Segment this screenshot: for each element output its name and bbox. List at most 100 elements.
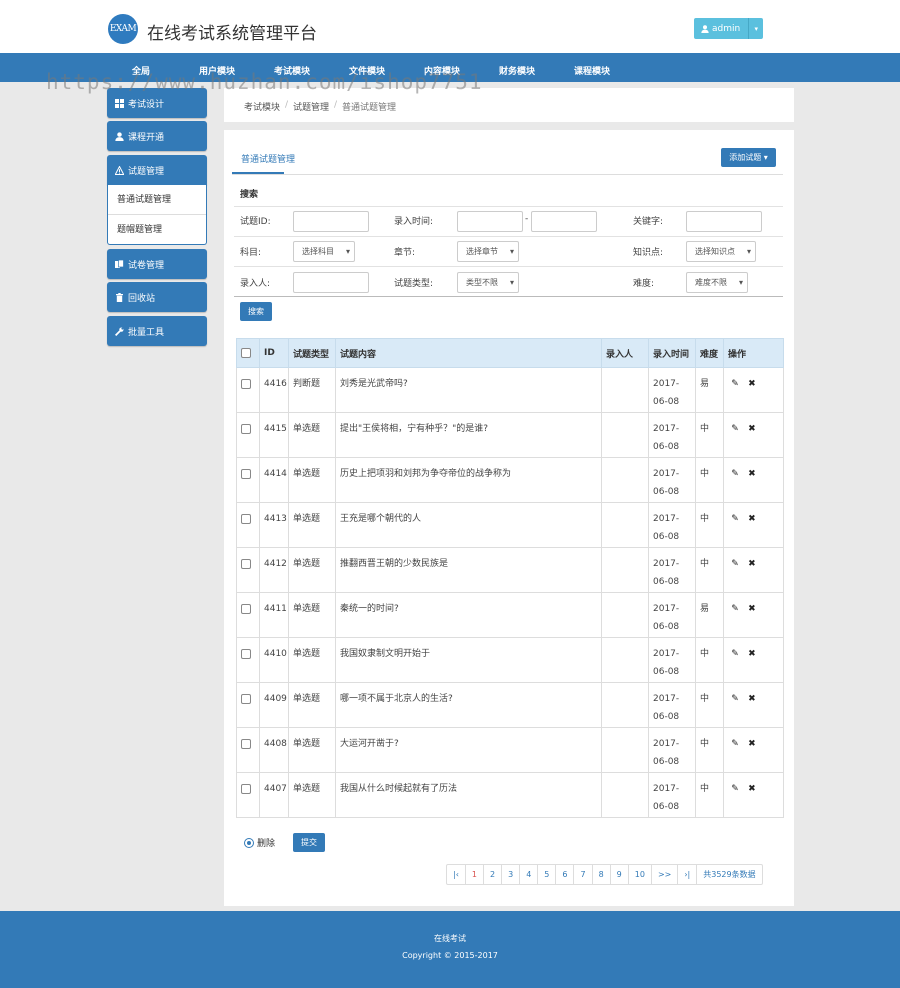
row-checkbox[interactable] — [241, 513, 251, 524]
page-link[interactable]: ›| — [678, 865, 698, 884]
cell-type: 单选题 — [288, 412, 336, 458]
sidebar-item-course-open[interactable]: 课程开通 — [107, 121, 207, 151]
close-icon[interactable]: ✖ — [745, 510, 759, 528]
row-checkbox[interactable] — [241, 738, 251, 749]
chapter-select[interactable]: 选择章节 — [457, 241, 519, 262]
edit-icon[interactable]: ✎ — [728, 645, 742, 663]
wrench-icon — [115, 327, 124, 336]
row-checkbox[interactable] — [241, 378, 251, 389]
nav-item-users[interactable]: 用户模块 — [199, 64, 235, 77]
sidebar-item-question-manage[interactable]: 试题管理 — [107, 155, 207, 185]
submit-button[interactable]: 提交 — [293, 833, 325, 852]
page-link[interactable]: 1 — [466, 865, 484, 884]
edit-icon[interactable]: ✎ — [728, 690, 742, 708]
label-author: 录入人: — [240, 279, 271, 289]
nav-item-content[interactable]: 内容模块 — [424, 64, 460, 77]
close-icon[interactable]: ✖ — [745, 375, 759, 393]
page-link[interactable]: 5 — [538, 865, 557, 884]
page-link[interactable]: 3 — [502, 865, 521, 884]
sidebar-item-paper-manage[interactable]: 试卷管理 — [107, 249, 207, 279]
edit-icon[interactable]: ✎ — [728, 465, 742, 483]
page-link[interactable]: 8 — [593, 865, 611, 884]
divider — [232, 174, 783, 175]
close-icon[interactable]: ✖ — [745, 420, 759, 438]
edit-icon[interactable]: ✎ — [728, 600, 742, 618]
page-link[interactable]: 7 — [574, 865, 593, 884]
row-select-cell — [236, 772, 260, 818]
nav-item-exam[interactable]: 考试模块 — [274, 64, 310, 77]
cell-content: 哪一项不属于北京人的生活? — [335, 682, 602, 728]
row-checkbox[interactable] — [241, 648, 251, 659]
edit-icon[interactable]: ✎ — [728, 510, 742, 528]
close-icon[interactable]: ✖ — [745, 780, 759, 798]
nav-item-global[interactable]: 全局 — [132, 64, 150, 77]
radio-button[interactable] — [244, 837, 254, 848]
page-link[interactable]: 4 — [520, 865, 539, 884]
close-icon[interactable]: ✖ — [745, 690, 759, 708]
top-header: EXAM 在线考试系统管理平台 admin ▾ — [0, 0, 900, 53]
column-header: 试题内容 — [335, 338, 602, 368]
keyword-input[interactable] — [686, 211, 762, 232]
search-button[interactable]: 搜索 — [240, 302, 272, 321]
sidebar-item-recycle-bin[interactable]: 回收站 — [107, 282, 207, 312]
cell-id: 4409 — [259, 682, 289, 728]
close-icon[interactable]: ✖ — [745, 465, 759, 483]
author-input[interactable] — [293, 272, 369, 293]
row-checkbox[interactable] — [241, 603, 251, 614]
breadcrumb-item[interactable]: 试题管理 — [293, 100, 329, 113]
caret-down-icon[interactable]: ▾ — [748, 18, 763, 39]
page-link[interactable]: >> — [652, 865, 679, 884]
row-checkbox[interactable] — [241, 468, 251, 479]
page-link[interactable]: 6 — [556, 865, 575, 884]
cell-date: 2017-06-08 — [648, 727, 696, 773]
total-count: 共3529条数据 — [703, 870, 756, 879]
row-checkbox[interactable] — [241, 558, 251, 569]
nav-item-courses[interactable]: 课程模块 — [574, 64, 610, 77]
edit-icon[interactable]: ✎ — [728, 555, 742, 573]
tab-normal-questions[interactable]: 普通试题管理 — [241, 152, 295, 165]
sidebar-item-exam-design[interactable]: 考试设计 — [107, 88, 207, 118]
nav-item-finance[interactable]: 财务模块 — [499, 64, 535, 77]
page-link[interactable]: 2 — [484, 865, 503, 884]
nav-item-files[interactable]: 文件模块 — [349, 64, 385, 77]
subject-select[interactable]: 选择科目 — [293, 241, 355, 262]
page-link[interactable]: 9 — [611, 865, 629, 884]
sidebar-item-label: 试卷管理 — [128, 260, 165, 271]
date-separator: - — [525, 214, 529, 224]
question-id-input[interactable] — [293, 211, 369, 232]
question-type-select[interactable]: 类型不限 — [457, 272, 519, 293]
add-question-button[interactable]: 添加试题 ▾ — [721, 148, 776, 167]
close-icon[interactable]: ✖ — [745, 555, 759, 573]
row-checkbox[interactable] — [241, 693, 251, 704]
close-icon[interactable]: ✖ — [745, 600, 759, 618]
knowledge-point-select[interactable]: 选择知识点 — [686, 241, 756, 262]
cell-actions: ✎ ✖ — [723, 412, 784, 458]
breadcrumb-item[interactable]: 考试模块 — [244, 100, 280, 113]
cell-author — [601, 682, 649, 728]
end-date-input[interactable] — [531, 211, 597, 232]
delete-radio[interactable]: 删除 — [244, 836, 275, 849]
edit-icon[interactable]: ✎ — [728, 735, 742, 753]
sidebar-subitem-cap-questions[interactable]: 题帽题管理 — [108, 215, 206, 245]
start-date-input[interactable] — [457, 211, 523, 232]
select-all-header — [236, 338, 260, 368]
edit-icon[interactable]: ✎ — [728, 375, 742, 393]
close-icon[interactable]: ✖ — [745, 645, 759, 663]
select-all-checkbox[interactable] — [241, 347, 251, 358]
row-checkbox[interactable] — [241, 783, 251, 794]
difficulty-select[interactable]: 难度不限 — [686, 272, 748, 293]
cell-date: 2017-06-08 — [648, 637, 696, 683]
row-checkbox[interactable] — [241, 423, 251, 434]
sidebar-subitem-normal-questions[interactable]: 普通试题管理 — [108, 185, 206, 215]
edit-icon[interactable]: ✎ — [728, 420, 742, 438]
sidebar-item-label: 考试设计 — [128, 99, 165, 110]
page-link[interactable]: 10 — [629, 865, 652, 884]
cell-id: 4414 — [259, 457, 289, 503]
user-menu-button[interactable]: admin ▾ — [694, 18, 764, 39]
sidebar-item-batch-tools[interactable]: 批量工具 — [107, 316, 207, 346]
edit-icon[interactable]: ✎ — [728, 780, 742, 798]
warning-icon — [115, 165, 124, 175]
column-header: 录入时间 — [648, 338, 696, 368]
page-link[interactable]: |‹ — [447, 865, 466, 884]
close-icon[interactable]: ✖ — [745, 735, 759, 753]
